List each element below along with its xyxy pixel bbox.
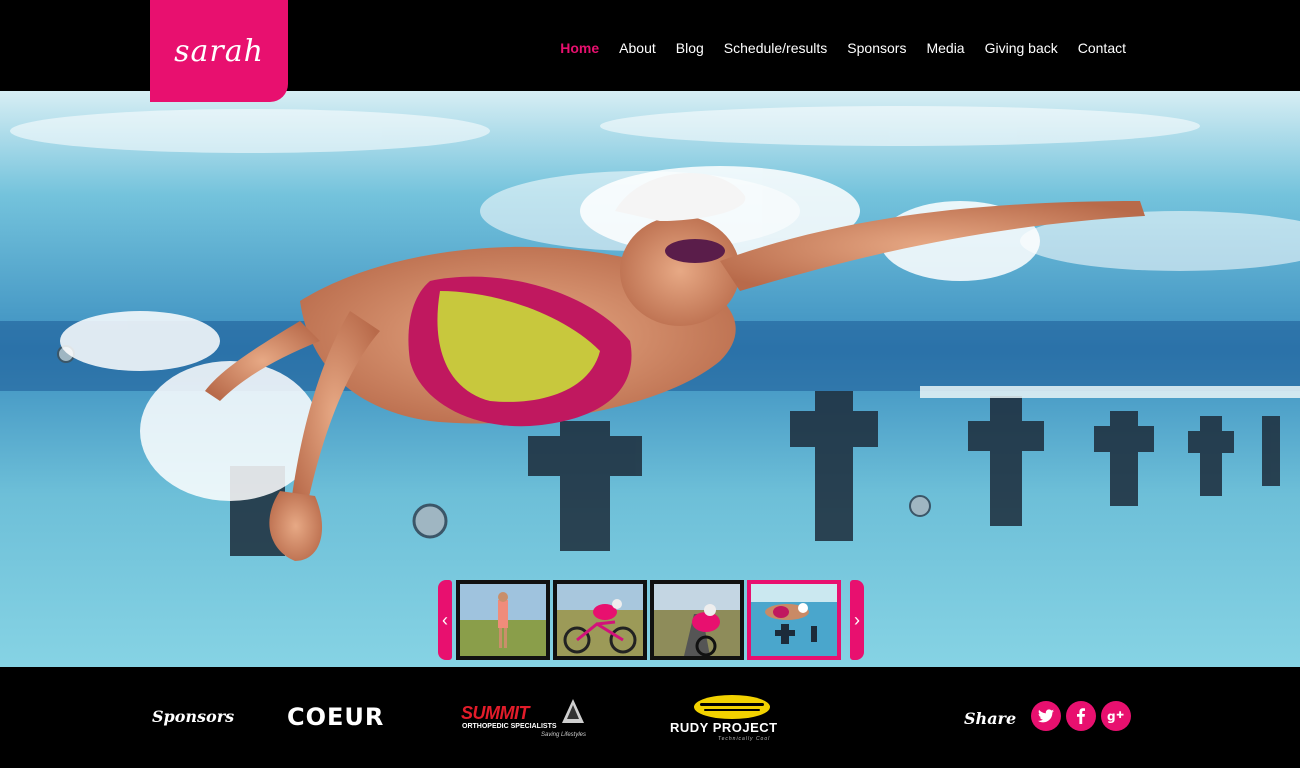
nav-home[interactable]: Home (560, 38, 599, 58)
chevron-left-icon: ‹ (442, 609, 448, 630)
nav-contact[interactable]: Contact (1078, 38, 1126, 58)
site-footer: Sponsors COEUR SUMMIT ORTHOPEDIC SPECIAL… (0, 667, 1300, 768)
nav-giving-back[interactable]: Giving back (985, 38, 1058, 58)
cyclist-aero-thumb[interactable] (650, 580, 744, 660)
summit-mountain-icon (562, 699, 584, 723)
carousel-prev-button[interactable]: ‹ (438, 580, 452, 660)
runner-field-thumb[interactable] (456, 580, 550, 660)
twitter-icon (1038, 709, 1054, 723)
google-plus-share-button[interactable]: g (1101, 701, 1131, 731)
carousel-next-button[interactable]: › (850, 580, 864, 660)
twitter-share-button[interactable] (1031, 701, 1061, 731)
swimmer-pool-thumb[interactable] (747, 580, 841, 660)
logo-text: sarah (174, 33, 264, 69)
sponsors-label: Sponsors (152, 707, 235, 726)
google-plus-icon: g (1107, 710, 1124, 724)
chevron-right-icon: › (854, 609, 860, 630)
nav-blog[interactable]: Blog (676, 38, 704, 58)
rudy-project-name: RUDY PROJECT (670, 720, 778, 735)
summit-logo-tagline: Saving Lifestyles (541, 732, 587, 738)
hero-slider: ‹ › (0, 91, 1300, 667)
summit-logo[interactable]: SUMMIT ORTHOPEDIC SPECIALISTS Saving Lif… (461, 697, 591, 741)
rudy-project-logo[interactable]: RUDY PROJECT Technically Cool (668, 695, 798, 742)
cyclist-road-thumb[interactable] (553, 580, 647, 660)
rudy-project-tagline: Technically Cool (718, 736, 771, 742)
share-label: Share (964, 709, 1017, 728)
thumbnail-carousel: ‹ › (438, 580, 864, 660)
nav-sponsors[interactable]: Sponsors (847, 38, 906, 58)
nav-schedule-results[interactable]: Schedule/results (724, 38, 828, 58)
site-logo[interactable]: sarah (150, 0, 288, 102)
nav-media[interactable]: Media (926, 38, 964, 58)
thumbnail-list (456, 580, 844, 660)
summit-logo-name: SUMMIT (461, 703, 530, 723)
facebook-share-button[interactable] (1066, 701, 1096, 731)
summit-logo-subtitle: ORTHOPEDIC SPECIALISTS (462, 723, 557, 730)
facebook-icon (1077, 708, 1085, 724)
coeur-logo[interactable]: COEUR (287, 703, 384, 731)
svg-text:g: g (1107, 710, 1116, 724)
rudy-project-emblem-icon (694, 695, 770, 719)
nav-about[interactable]: About (619, 38, 656, 58)
main-nav: Home About Blog Schedule/results Sponsor… (540, 38, 1126, 58)
